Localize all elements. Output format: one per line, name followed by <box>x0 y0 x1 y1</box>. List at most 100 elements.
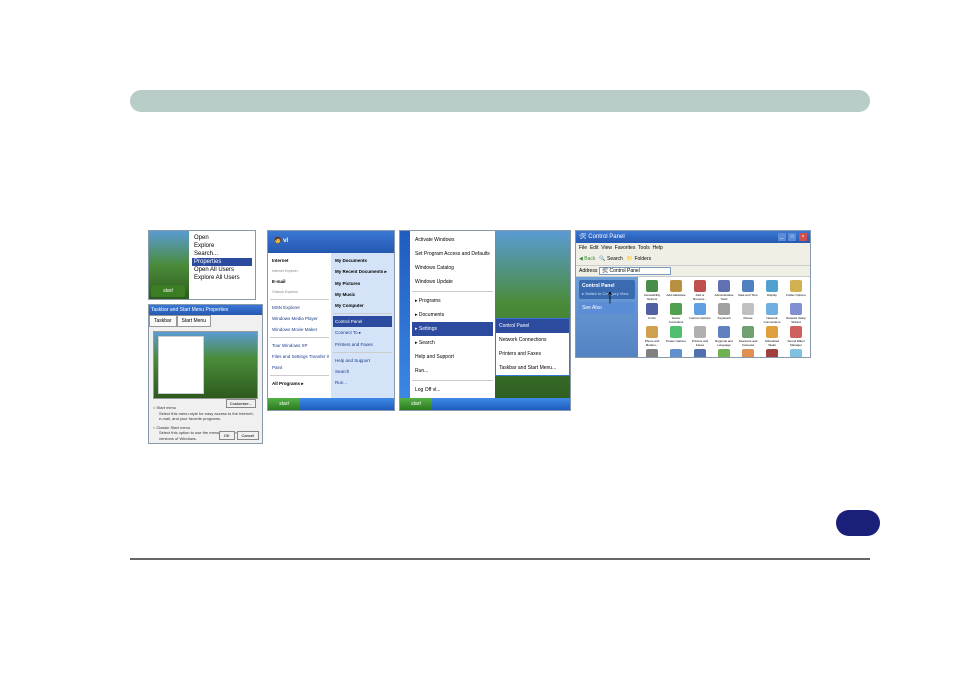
cp-icon[interactable]: VIA Features Settings <box>761 349 783 358</box>
cp-icon[interactable]: Speech <box>665 349 687 358</box>
cp-icon[interactable]: Sounds and Audio Devices <box>641 349 663 358</box>
sub-control-panel[interactable]: Control Panel <box>496 319 569 333</box>
item-run[interactable]: Run... <box>333 377 392 388</box>
radio-start-menu-desc: Select this menu style for easy access t… <box>153 411 258 422</box>
cp-icon[interactable]: Network Setup Wizard <box>785 303 807 324</box>
item-documents[interactable]: ▸ Documents <box>412 308 493 322</box>
cancel-button[interactable]: Cancel <box>237 431 259 440</box>
item-internet[interactable]: Internet <box>270 255 329 266</box>
item-connect[interactable]: Connect To ▸ <box>333 327 392 339</box>
item-my-recent[interactable]: My Recent Documents ▸ <box>333 266 392 278</box>
start-button[interactable]: start <box>151 285 185 297</box>
cp-icon[interactable]: Printers and Faxes <box>689 326 711 347</box>
item-search[interactable]: Search <box>333 366 392 377</box>
item-my-music[interactable]: My Music <box>333 289 392 300</box>
menu-tools[interactable]: Tools <box>638 245 650 251</box>
screenshot-settings-submenu: Activate Windows Set Program Access and … <box>399 230 571 411</box>
menu-file[interactable]: File <box>579 245 587 251</box>
start-button[interactable]: start <box>268 398 300 410</box>
cp-icon[interactable]: Taskbar and Start Menu <box>713 349 735 358</box>
page-button[interactable] <box>836 510 880 536</box>
settings-submenu: Control Panel Network Connections Printe… <box>495 318 570 376</box>
customize-button[interactable]: Customize... <box>226 399 256 408</box>
sub-printers[interactable]: Printers and Faxes <box>496 347 569 361</box>
menu-item-open[interactable]: Open <box>192 234 252 242</box>
tab-taskbar[interactable]: Taskbar <box>149 315 177 327</box>
folders-button[interactable]: 📁 Folders <box>627 256 651 262</box>
cp-icon[interactable]: Wireless Link <box>785 349 807 358</box>
item-help[interactable]: Help and Support <box>412 350 493 364</box>
menu-favorites[interactable]: Favorites <box>615 245 636 251</box>
cp-icon[interactable]: Phone and Modem... <box>641 326 663 347</box>
cp-icon[interactable]: Sound Effect Manager <box>785 326 807 347</box>
cp-icon[interactable]: Keyboard <box>713 303 735 324</box>
cp-icon[interactable]: Internet Options <box>689 303 711 324</box>
cp-icon[interactable]: Administrative Tools <box>713 280 735 301</box>
taskbar: start <box>268 398 394 410</box>
menu-item-explore[interactable]: Explore <box>192 242 252 250</box>
cp-icon[interactable]: Regional and Language <box>713 326 735 347</box>
sub-network[interactable]: Network Connections <box>496 333 569 347</box>
item-email-sub: Outlook Express <box>270 287 329 297</box>
cp-icon[interactable]: Network Connections <box>761 303 783 324</box>
cp-icon[interactable]: Date and Time <box>737 280 759 301</box>
item-printers[interactable]: Printers and Faxes <box>333 339 392 350</box>
search-button[interactable]: 🔍 Search <box>599 256 622 262</box>
cp-icon[interactable]: Mouse <box>737 303 759 324</box>
cp-icon[interactable]: Accessibility Options <box>641 280 663 301</box>
item-paint[interactable]: Paint <box>270 362 329 373</box>
item-help[interactable]: Help and Support <box>333 355 392 366</box>
item-my-computer[interactable]: My Computer <box>333 300 392 311</box>
menu-view[interactable]: View <box>601 245 612 251</box>
back-button[interactable]: ◀ Back <box>579 256 595 262</box>
cp-icon[interactable]: Fonts <box>641 303 663 324</box>
footer-line <box>130 558 870 560</box>
sub-taskbar[interactable]: Taskbar and Start Menu... <box>496 361 569 375</box>
menu-help[interactable]: Help <box>653 245 663 251</box>
cp-icon[interactable]: Power Options <box>665 326 687 347</box>
cp-icon[interactable]: Add or Remove... <box>689 280 711 301</box>
menu-edit[interactable]: Edit <box>590 245 599 251</box>
item-fast[interactable]: Files and Settings Transfer Wizard <box>270 351 329 362</box>
screenshot-properties-dialog: Taskbar and Start Menu Properties Taskba… <box>148 304 263 444</box>
minimize-button[interactable]: _ <box>778 233 786 241</box>
item-logoff[interactable]: Log Off vl... <box>412 383 493 397</box>
tab-start-menu[interactable]: Start Menu <box>177 315 211 327</box>
start-button[interactable]: start <box>400 398 432 410</box>
item-wmp[interactable]: Windows Media Player <box>270 313 329 324</box>
menu-item-search[interactable]: Search... <box>192 250 252 258</box>
item-activate[interactable]: Activate Windows <box>412 233 493 247</box>
cp-icon[interactable]: Folder Options <box>785 280 807 301</box>
item-email[interactable]: E-mail <box>270 276 329 287</box>
item-settings[interactable]: ▸ Settings <box>412 322 493 336</box>
address-bar[interactable]: 🛠 Control Panel <box>599 267 671 275</box>
item-tour[interactable]: Tour Windows XP <box>270 340 329 351</box>
item-msn[interactable]: MSN Explorer <box>270 302 329 313</box>
item-my-pictures[interactable]: My Pictures <box>333 278 392 289</box>
item-wmm[interactable]: Windows Movie Maker <box>270 324 329 335</box>
item-my-docs[interactable]: My Documents <box>333 255 392 266</box>
section-header-bar <box>130 90 870 112</box>
ok-button[interactable]: OK <box>219 431 235 440</box>
close-button[interactable]: × <box>799 233 807 241</box>
item-set-access[interactable]: Set Program Access and Defaults <box>412 247 493 261</box>
menu-item-properties[interactable]: Properties <box>192 258 252 266</box>
item-all-programs[interactable]: All Programs ▸ <box>270 378 329 390</box>
screenshot-xp-start-menu: 🧑 vl Internet Internet Explorer E-mail O… <box>267 230 395 411</box>
item-catalog[interactable]: Windows Catalog <box>412 261 493 275</box>
cp-icon[interactable]: Display <box>761 280 783 301</box>
cp-icon[interactable]: Scheduled Tasks <box>761 326 783 347</box>
item-run[interactable]: Run... <box>412 364 493 378</box>
item-control-panel[interactable]: Control Panel <box>333 316 392 327</box>
item-programs[interactable]: ▸ Programs <box>412 294 493 308</box>
item-update[interactable]: Windows Update <box>412 275 493 289</box>
cp-icon[interactable]: Game Controllers <box>665 303 687 324</box>
cp-icon[interactable]: User Accounts <box>737 349 759 358</box>
cp-icon[interactable]: Scanners and Cameras <box>737 326 759 347</box>
cp-icon[interactable]: System <box>689 349 711 358</box>
maximize-button[interactable]: □ <box>788 233 796 241</box>
menu-item-explore-all[interactable]: Explore All Users <box>192 274 252 282</box>
item-search[interactable]: ▸ Search <box>412 336 493 350</box>
menu-item-open-all[interactable]: Open All Users <box>192 266 252 274</box>
cp-icon[interactable]: Add Hardware <box>665 280 687 301</box>
